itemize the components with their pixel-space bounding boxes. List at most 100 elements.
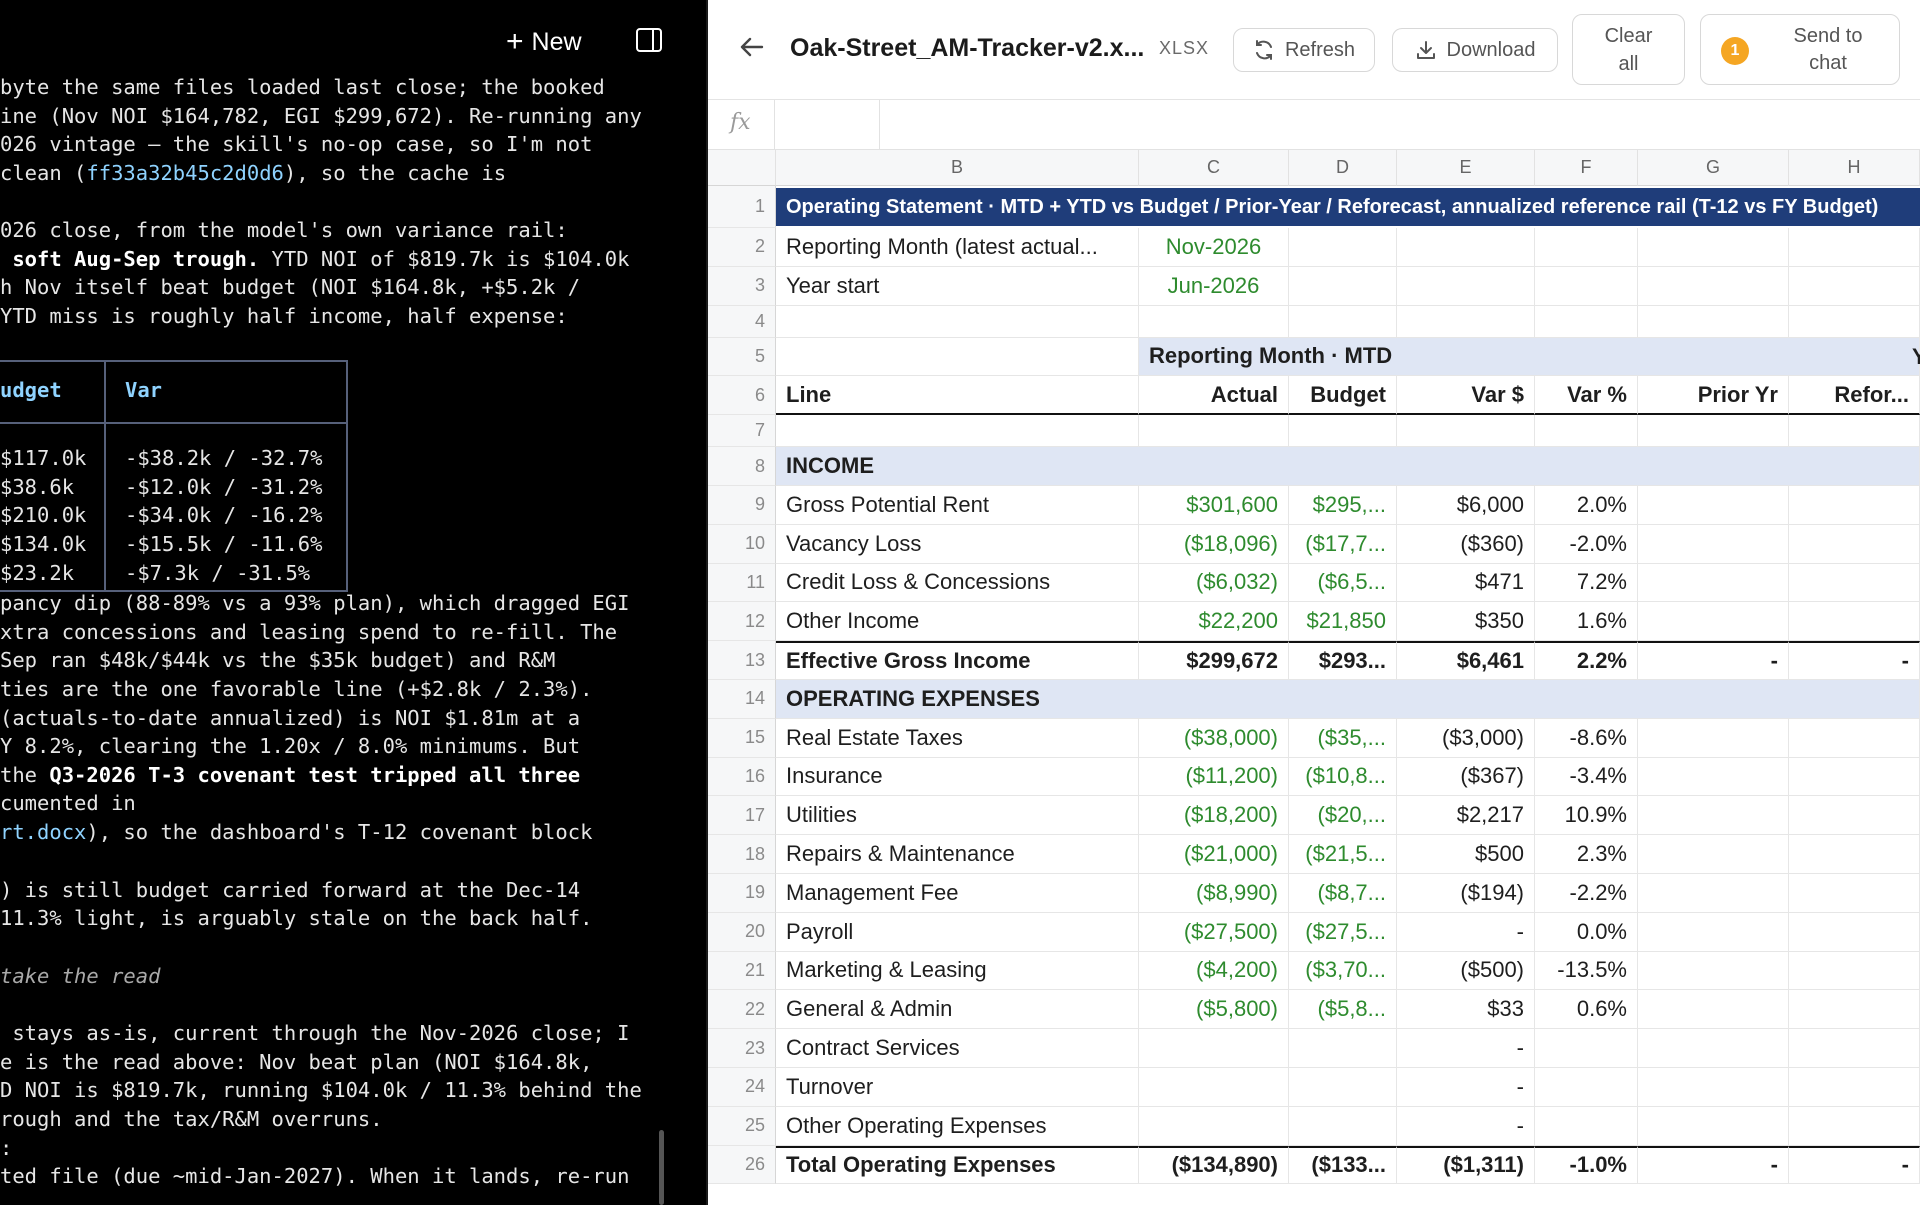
value-cell[interactable]: -3.4%	[1535, 757, 1638, 797]
column-header-g[interactable]: G	[1638, 150, 1789, 186]
value-cell[interactable]: ($6,5...	[1289, 563, 1397, 603]
value-cell[interactable]: $350	[1397, 602, 1535, 642]
row-header[interactable]: 18	[708, 835, 776, 874]
row-header[interactable]: 4	[708, 305, 776, 338]
clear-all-button[interactable]: Clear all	[1572, 14, 1685, 85]
value-cell[interactable]	[1638, 305, 1789, 338]
row-label-cell[interactable]: Repairs & Maintenance	[776, 835, 1139, 874]
value-cell[interactable]: -	[1397, 1029, 1535, 1068]
value-cell[interactable]: ($8,990)	[1139, 874, 1289, 913]
value-cell[interactable]	[1139, 1106, 1289, 1146]
value-cell[interactable]: ($194)	[1397, 874, 1535, 913]
value-cell[interactable]	[1789, 415, 1920, 448]
value-cell[interactable]	[1397, 266, 1535, 306]
row-label-cell[interactable]: Turnover	[776, 1068, 1139, 1107]
row-label-cell[interactable]: Management Fee	[776, 874, 1139, 913]
row-label-cell[interactable]: Reporting Month (latest actual...	[776, 228, 1139, 267]
row-header[interactable]: 19	[708, 874, 776, 913]
value-cell[interactable]: -1.0%	[1535, 1145, 1638, 1185]
value-cell[interactable]	[1289, 1068, 1397, 1107]
sheet-grid[interactable]: B C D E F G H 1 Operating Statement · MTD + YTD …	[708, 150, 1920, 1205]
row-header[interactable]: 10	[708, 524, 776, 564]
value-cell[interactable]	[1638, 266, 1789, 306]
row-header[interactable]: 22	[708, 990, 776, 1030]
value-cell[interactable]	[1535, 1029, 1638, 1068]
value-cell[interactable]: -13.5%	[1535, 951, 1638, 991]
value-cell[interactable]	[1638, 228, 1789, 267]
value-cell[interactable]	[1289, 1106, 1397, 1146]
column-header-d[interactable]: D	[1289, 150, 1397, 186]
value-cell[interactable]: ($360)	[1397, 524, 1535, 564]
value-cell[interactable]	[1789, 874, 1920, 913]
value-cell[interactable]	[1638, 1068, 1789, 1107]
value-cell[interactable]	[1397, 228, 1535, 267]
value-cell[interactable]: -	[1638, 641, 1789, 680]
value-cell[interactable]: Budget	[1289, 376, 1397, 416]
row-header[interactable]: 9	[708, 486, 776, 525]
value-cell[interactable]	[1638, 486, 1789, 525]
row-label-cell[interactable]: Year start	[776, 266, 1139, 306]
value-cell[interactable]	[1789, 951, 1920, 991]
value-cell[interactable]: -	[1397, 1068, 1535, 1107]
value-cell[interactable]: $33	[1397, 990, 1535, 1030]
value-cell[interactable]: ($35,...	[1289, 718, 1397, 758]
value-cell[interactable]: 7.2%	[1535, 563, 1638, 603]
value-cell[interactable]: $6,461	[1397, 641, 1535, 680]
value-cell[interactable]: ($5,800)	[1139, 990, 1289, 1030]
value-cell[interactable]	[1638, 563, 1789, 603]
row-header[interactable]: 2	[708, 228, 776, 267]
value-cell[interactable]: Var $	[1397, 376, 1535, 416]
row-label-cell[interactable]: Gross Potential Rent	[776, 486, 1139, 525]
row-header[interactable]: 23	[708, 1029, 776, 1068]
value-cell[interactable]: ($10,8...	[1289, 757, 1397, 797]
value-cell[interactable]	[1638, 835, 1789, 874]
value-cell[interactable]	[1638, 1106, 1789, 1146]
value-cell[interactable]	[1638, 951, 1789, 991]
value-cell[interactable]: ($27,5...	[1289, 912, 1397, 952]
row-header[interactable]: 8	[708, 447, 776, 486]
value-cell[interactable]	[1289, 228, 1397, 267]
row-label-cell[interactable]: Marketing & Leasing	[776, 951, 1139, 991]
value-cell[interactable]: Nov-2026	[1139, 228, 1289, 267]
value-cell[interactable]: -2.0%	[1535, 524, 1638, 564]
value-cell[interactable]: ($5,8...	[1289, 990, 1397, 1030]
value-cell[interactable]	[1535, 228, 1638, 267]
value-cell[interactable]	[1789, 1068, 1920, 1107]
row-header[interactable]: 14	[708, 680, 776, 719]
value-cell[interactable]: $500	[1397, 835, 1535, 874]
value-cell[interactable]: ($134,890)	[1139, 1145, 1289, 1185]
row-label-cell[interactable]: Vacancy Loss	[776, 524, 1139, 564]
value-cell[interactable]: $22,200	[1139, 602, 1289, 642]
value-cell[interactable]: 0.6%	[1535, 990, 1638, 1030]
value-cell[interactable]	[1638, 874, 1789, 913]
section-spacer-cell[interactable]	[776, 337, 1139, 377]
value-cell[interactable]	[1789, 1029, 1920, 1068]
row-label-cell[interactable]: Effective Gross Income	[776, 641, 1139, 680]
value-cell[interactable]	[1397, 305, 1535, 338]
value-cell[interactable]: ($3,70...	[1289, 951, 1397, 991]
row-label-cell[interactable]: Contract Services	[776, 1029, 1139, 1068]
row-header[interactable]: 5	[708, 337, 776, 377]
value-cell[interactable]	[1397, 415, 1535, 448]
value-cell[interactable]	[1789, 757, 1920, 797]
value-cell[interactable]: $293...	[1289, 641, 1397, 680]
row-header[interactable]: 1	[708, 186, 776, 228]
toggle-panel-icon[interactable]	[636, 28, 662, 52]
row-header[interactable]: 24	[708, 1068, 776, 1107]
terminal-scrollbar[interactable]	[659, 1130, 664, 1205]
sheet-corner[interactable]	[708, 150, 776, 186]
value-cell[interactable]	[1289, 266, 1397, 306]
value-cell[interactable]: ($38,000)	[1139, 718, 1289, 758]
row-header[interactable]: 11	[708, 563, 776, 603]
value-cell[interactable]	[1789, 524, 1920, 564]
row-header[interactable]: 15	[708, 718, 776, 758]
value-cell[interactable]	[1789, 718, 1920, 758]
value-cell[interactable]: $299,672	[1139, 641, 1289, 680]
value-cell[interactable]	[1789, 796, 1920, 836]
row-label-cell[interactable]: Total Operating Expenses	[776, 1145, 1139, 1185]
row-label-cell[interactable]: Real Estate Taxes	[776, 718, 1139, 758]
value-cell[interactable]	[1638, 1029, 1789, 1068]
value-cell[interactable]: ($27,500)	[1139, 912, 1289, 952]
value-cell[interactable]: -8.6%	[1535, 718, 1638, 758]
column-header-c[interactable]: C	[1139, 150, 1289, 186]
